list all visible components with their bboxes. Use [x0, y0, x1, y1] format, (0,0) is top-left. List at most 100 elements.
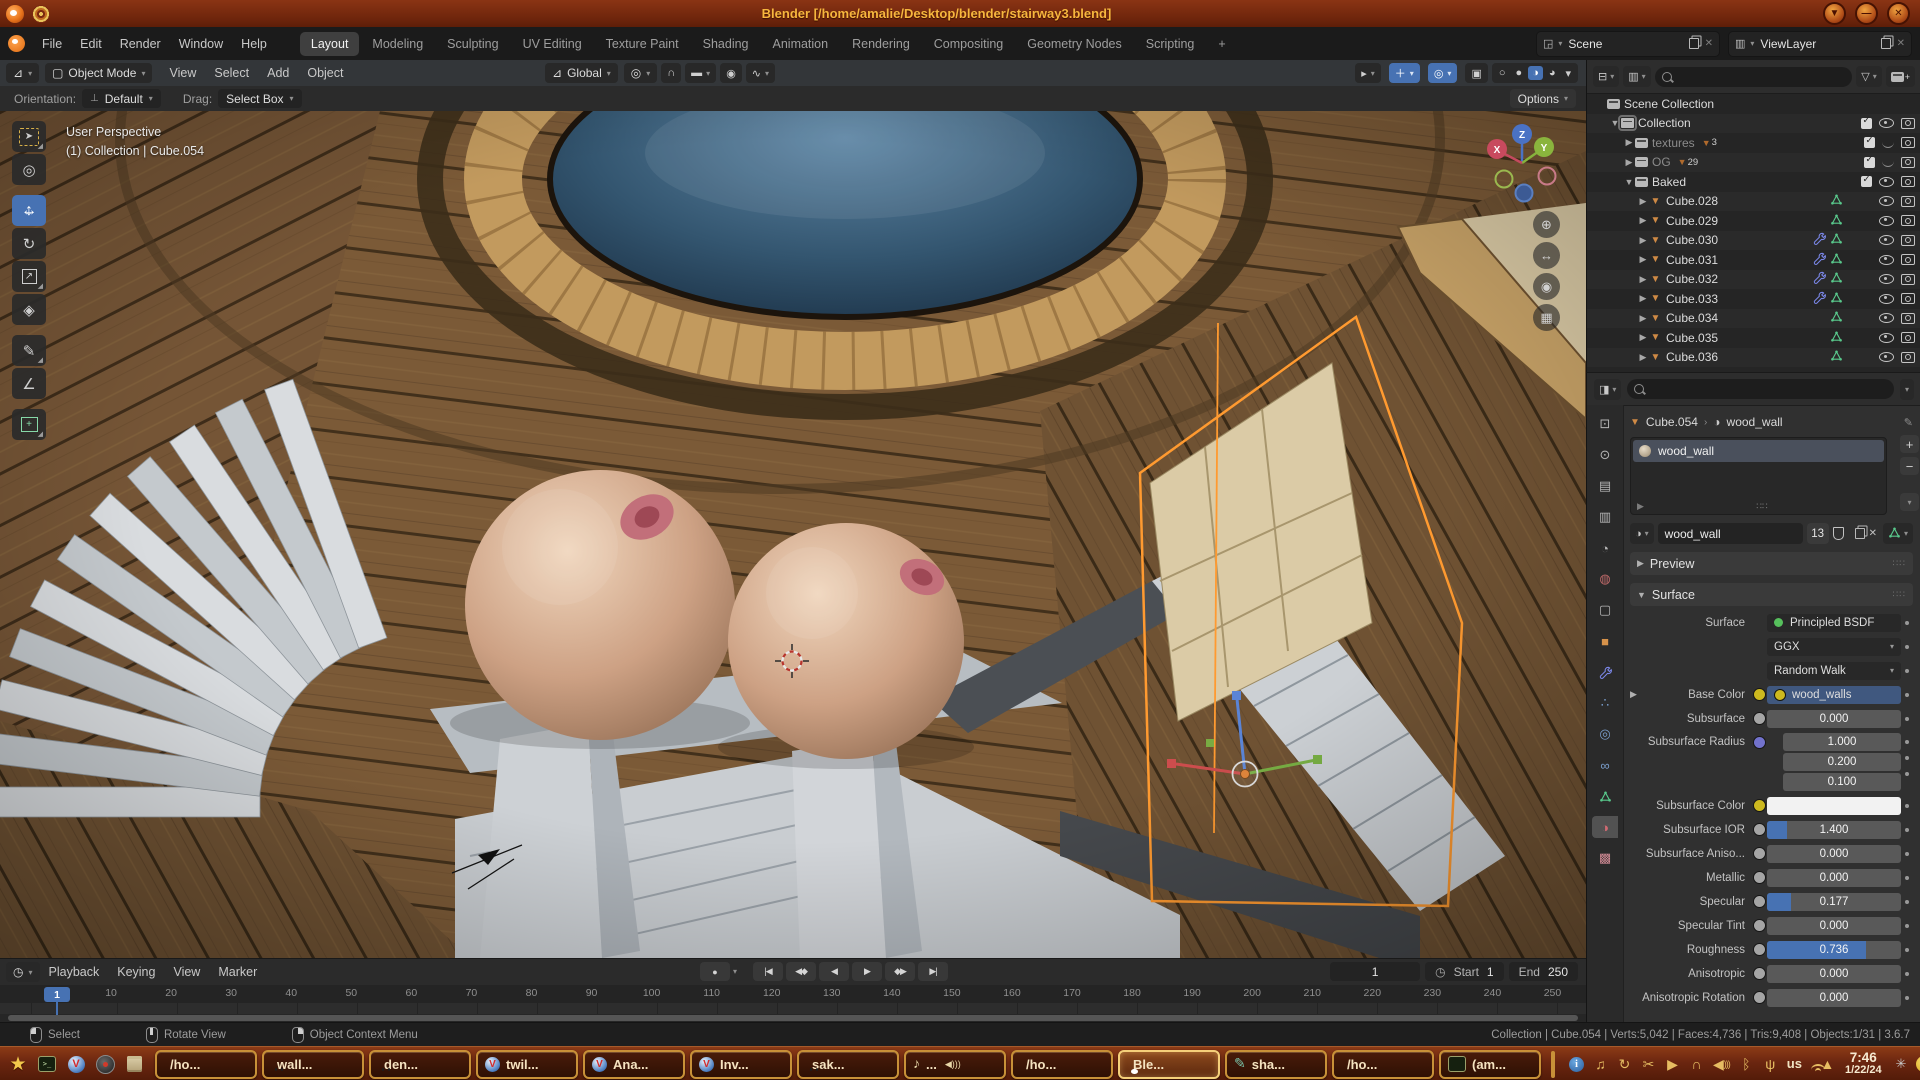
move-tool[interactable]	[12, 195, 46, 226]
next-keyframe-button[interactable]: ◆▶	[885, 962, 915, 981]
workspace-tab-rendering[interactable]: Rendering	[841, 32, 921, 56]
camera-visibility-icon[interactable]	[1901, 137, 1915, 148]
slider-field[interactable]: 0.000	[1767, 845, 1901, 863]
outliner-row-baked[interactable]: ▼Baked	[1587, 172, 1920, 192]
eye-open-icon[interactable]	[1879, 274, 1894, 284]
material-slot-list[interactable]: wood_wall ▶∷∷	[1630, 437, 1887, 515]
socket-icon[interactable]	[1753, 967, 1766, 980]
eye-open-icon[interactable]	[1879, 216, 1894, 226]
slider-field[interactable]: 0.000	[1767, 869, 1901, 887]
outliner-row-collection[interactable]: ▼Collection	[1587, 114, 1920, 134]
expand-icon[interactable]: ▶	[1623, 137, 1635, 148]
task-button-ana[interactable]: VAna...	[583, 1050, 685, 1079]
color-swatch-field[interactable]	[1767, 797, 1901, 815]
proportional-falloff-dropdown[interactable]: ∿▾	[746, 63, 775, 83]
socket-icon[interactable]	[1753, 736, 1766, 749]
expand-icon[interactable]: ▶	[1637, 254, 1649, 265]
rotate-tool[interactable]: ↻	[12, 228, 46, 259]
slider-field[interactable]: 0.736	[1767, 941, 1901, 959]
socket-icon[interactable]	[1753, 919, 1766, 932]
select-box-tool[interactable]: ➤◢	[12, 121, 46, 152]
workspace-tab-compositing[interactable]: Compositing	[923, 32, 1014, 56]
axis-minus-x-ball[interactable]	[1539, 168, 1556, 185]
outliner-row-cube-032[interactable]: ▶▼Cube.032	[1587, 270, 1920, 290]
auto-keying-button[interactable]: ●	[700, 962, 730, 981]
editor-type-button[interactable]: ⊿▾	[6, 63, 39, 83]
browse-material-button[interactable]: ◑▾	[1630, 523, 1654, 544]
add-slot-button[interactable]: +	[1900, 435, 1919, 453]
task-button-twil[interactable]: Vtwil...	[476, 1050, 578, 1079]
outliner-row-cube-036[interactable]: ▶▼Cube.036	[1587, 348, 1920, 368]
menubar-item-file[interactable]: File	[33, 33, 71, 55]
view-layer-selector[interactable]: ▥▾ ViewLayer ✕	[1728, 31, 1912, 57]
expand-icon[interactable]: ▶	[1630, 689, 1641, 700]
viewport-canvas[interactable]: User Perspective(1) Collection | Cube.05…	[0, 111, 1586, 958]
play-reverse-button[interactable]: ◀	[819, 962, 849, 981]
socket-icon[interactable]	[1753, 799, 1766, 812]
camera-visibility-icon[interactable]	[1901, 176, 1915, 187]
checkbox-icon[interactable]	[1861, 176, 1872, 187]
world-properties-tab[interactable]: ◍	[1592, 568, 1618, 590]
socket-icon[interactable]	[1753, 823, 1766, 836]
usb-tray-icon[interactable]: ψ	[1763, 1056, 1778, 1072]
axis-y-ball[interactable]: Y	[1541, 143, 1548, 154]
object-data-properties-tab[interactable]	[1592, 785, 1618, 807]
expand-icon[interactable]: ▼	[1609, 118, 1621, 128]
outliner-row-og[interactable]: ▶OG▼29	[1587, 153, 1920, 173]
surface-panel-header[interactable]: ▼ Surface ∷∷	[1630, 583, 1913, 606]
eye-open-icon[interactable]	[1879, 294, 1894, 304]
current-frame-field[interactable]: 1	[1330, 962, 1420, 981]
pin-icon[interactable]: ✎	[1904, 416, 1913, 429]
checkbox-icon[interactable]	[1864, 157, 1875, 168]
media-tray-icon[interactable]: ♫	[1593, 1056, 1608, 1072]
navigation-gizmo[interactable]: Z Y X	[1476, 119, 1568, 211]
outliner-row-scene-collection[interactable]: Scene Collection	[1587, 94, 1920, 114]
expand-icon[interactable]: ▶	[1637, 293, 1649, 304]
scene-selector[interactable]: ◲▾ Scene ✕	[1536, 31, 1720, 57]
options-button[interactable]: Options▾	[1510, 89, 1576, 108]
copy-material-icon[interactable]	[1855, 528, 1865, 539]
frame-start-field[interactable]: ◷Start1	[1425, 962, 1504, 981]
jump-to-start-button[interactable]: |◀	[753, 962, 783, 981]
view-layer-properties-tab[interactable]: ▥	[1592, 506, 1618, 528]
unlink-material-icon[interactable]: ✕	[1869, 528, 1877, 539]
collection-properties-tab[interactable]: ▢	[1592, 599, 1618, 621]
workspace-tab-geometry-nodes[interactable]: Geometry Nodes	[1016, 32, 1132, 56]
camera-visibility-icon[interactable]	[1901, 352, 1915, 363]
pivot-point-dropdown[interactable]: ◎▾	[624, 63, 658, 83]
blender-menu-icon[interactable]	[8, 35, 25, 52]
axis-minus-z-ball[interactable]	[1516, 185, 1533, 202]
eye-closed-icon[interactable]	[1882, 161, 1894, 167]
player-tray-icon[interactable]: ▶	[1665, 1056, 1680, 1073]
clipboard-tray-icon[interactable]: ✂	[1641, 1056, 1656, 1073]
timeline-menu-keying[interactable]: Keying	[108, 961, 164, 983]
breadcrumb-object[interactable]: Cube.054	[1646, 415, 1698, 429]
expand-icon[interactable]: ▼	[1623, 177, 1635, 187]
annotate-tool[interactable]: ✎◢	[12, 335, 46, 366]
mode-dropdown[interactable]: ▢Object Mode▾	[45, 63, 152, 83]
texture-properties-tab[interactable]: ▩	[1592, 847, 1618, 869]
jump-to-end-button[interactable]: ▶|	[918, 962, 948, 981]
emoji-icon[interactable]: ☺	[1916, 1056, 1920, 1072]
previous-keyframe-button[interactable]: ◀◆	[786, 962, 816, 981]
outliner-row-cube-035[interactable]: ▶▼Cube.035	[1587, 328, 1920, 348]
material-slot-item[interactable]: wood_wall	[1633, 440, 1884, 462]
transform-tool[interactable]: ◈	[12, 294, 46, 325]
camera-visibility-icon[interactable]	[1901, 274, 1915, 285]
workspace-2[interactable]	[1553, 1053, 1554, 1076]
axis-minus-y-ball[interactable]	[1496, 171, 1513, 188]
camera-visibility-icon[interactable]	[1901, 293, 1915, 304]
shade-window-button[interactable]: ▼	[1823, 2, 1846, 25]
value-field[interactable]: 0.100	[1783, 773, 1901, 791]
outliner-filter-mode-button[interactable]: ▥▾	[1623, 66, 1650, 87]
render-properties-tab[interactable]: ⊙	[1592, 444, 1618, 466]
keying-dropdown-icon[interactable]: ▾	[733, 967, 737, 976]
eye-open-icon[interactable]	[1879, 255, 1894, 265]
slider-field[interactable]: 0.000	[1767, 710, 1901, 728]
slot-specials-button[interactable]: ▾	[1900, 493, 1919, 511]
eye-open-icon[interactable]	[1879, 235, 1894, 245]
playhead[interactable]: 1	[44, 987, 70, 1002]
expand-icon[interactable]: ▶	[1637, 196, 1649, 207]
workspace-tab-animation[interactable]: Animation	[762, 32, 840, 56]
new-view-layer-icon[interactable]	[1881, 38, 1891, 49]
